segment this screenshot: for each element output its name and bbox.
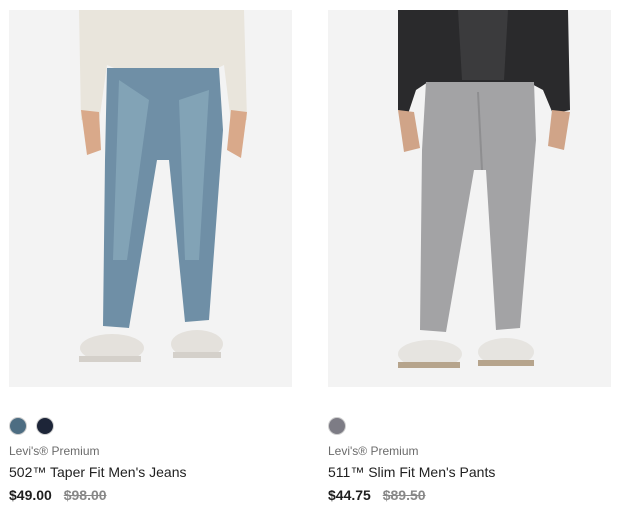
product-grid: Levi's® Premium 502™ Taper Fit Men's Jea… bbox=[0, 0, 621, 508]
product-card[interactable]: Levi's® Premium 511™ Slim Fit Men's Pant… bbox=[328, 10, 611, 503]
original-price: $89.50 bbox=[382, 487, 426, 503]
color-swatches bbox=[328, 417, 611, 437]
color-swatch[interactable] bbox=[36, 417, 54, 435]
product-brand: Levi's® Premium bbox=[328, 444, 419, 458]
original-price: $98.00 bbox=[63, 487, 107, 503]
product-brand: Levi's® Premium bbox=[9, 444, 100, 458]
color-swatch[interactable] bbox=[9, 417, 27, 435]
sale-price: $49.00 bbox=[9, 487, 52, 503]
product-prices: $49.00 $98.00 bbox=[9, 487, 292, 503]
product-card[interactable]: Levi's® Premium 502™ Taper Fit Men's Jea… bbox=[9, 10, 292, 503]
product-prices: $44.75 $89.50 bbox=[328, 487, 611, 503]
jeans-photo bbox=[9, 10, 292, 387]
color-swatches bbox=[9, 417, 292, 437]
product-image[interactable] bbox=[9, 10, 292, 387]
product-image[interactable] bbox=[328, 10, 611, 387]
product-name[interactable]: 511™ Slim Fit Men's Pants bbox=[328, 464, 611, 480]
pants-photo bbox=[328, 10, 611, 387]
sale-price: $44.75 bbox=[328, 487, 371, 503]
product-name[interactable]: 502™ Taper Fit Men's Jeans bbox=[9, 464, 292, 480]
color-swatch[interactable] bbox=[328, 417, 346, 435]
